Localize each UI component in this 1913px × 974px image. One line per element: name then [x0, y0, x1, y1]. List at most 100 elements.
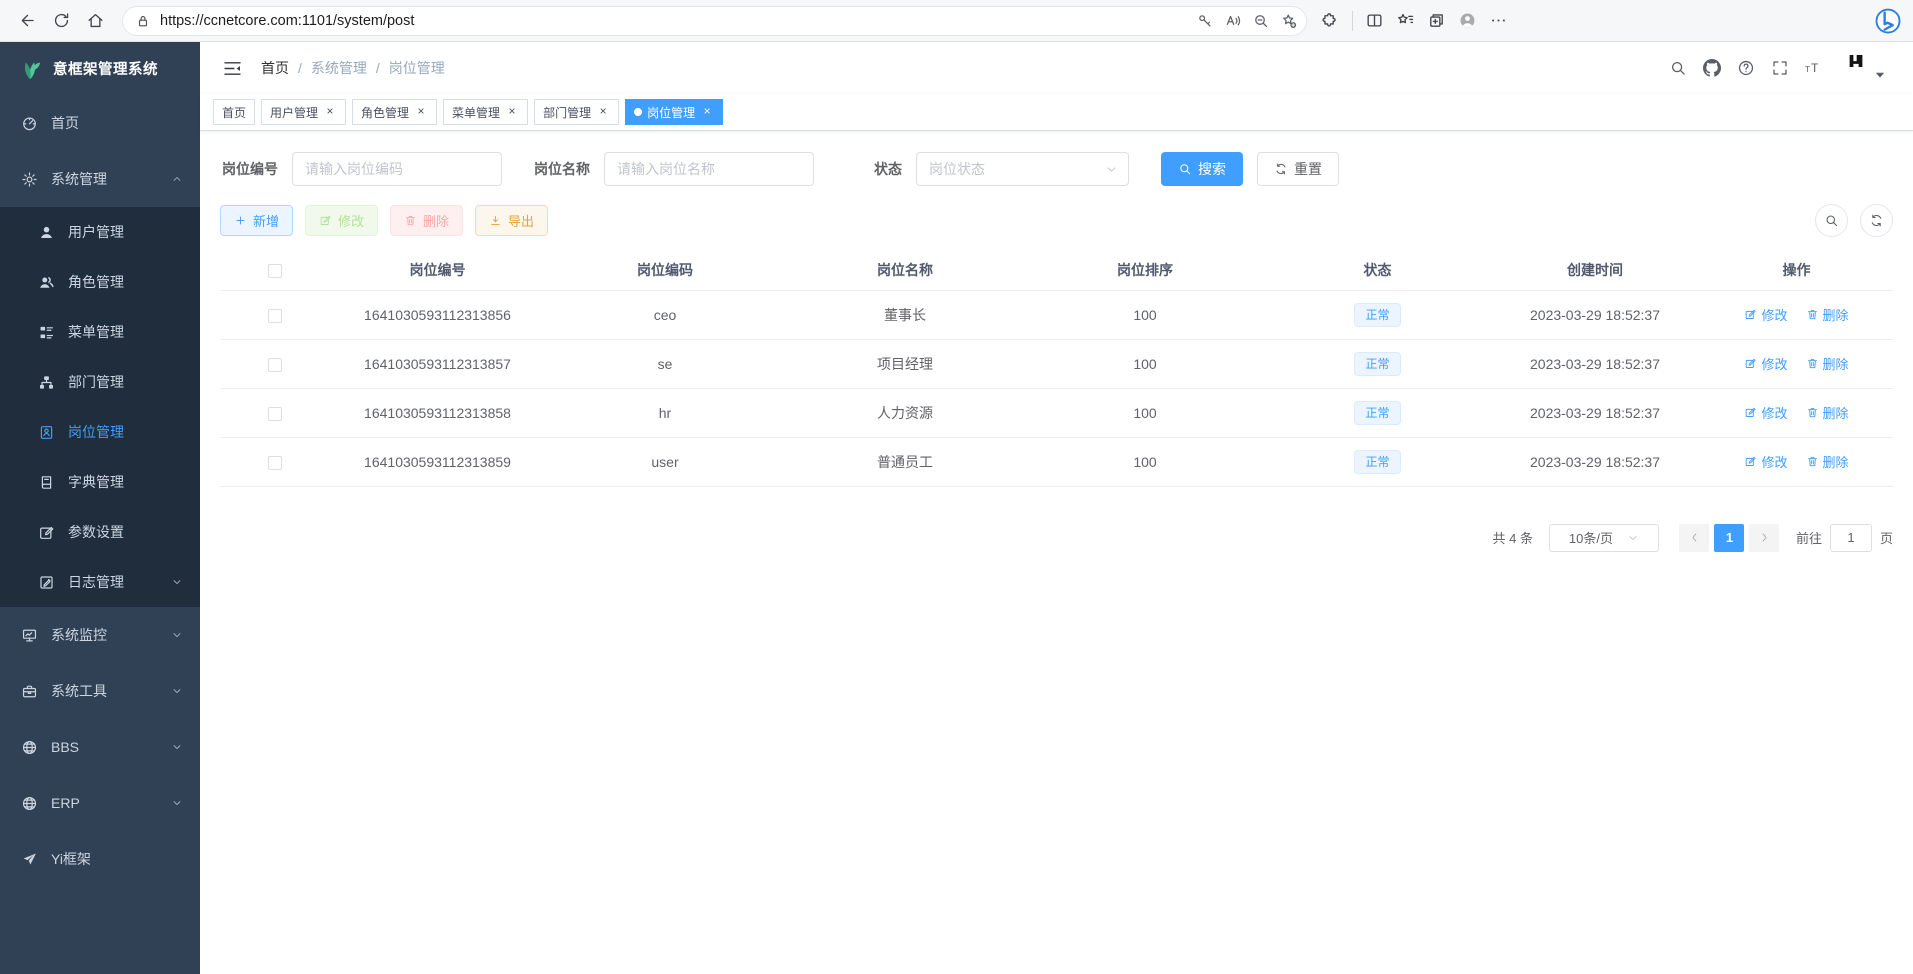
sidebar-item-tool[interactable]: 系统工具	[0, 663, 200, 719]
avatar-logo-icon	[1847, 52, 1865, 70]
chevron-down-icon	[171, 797, 183, 809]
close-tab-icon[interactable]: ×	[505, 105, 519, 119]
toolbox-icon	[21, 683, 38, 700]
close-tab-icon[interactable]: ×	[700, 105, 714, 119]
row-checkbox[interactable]	[268, 309, 282, 323]
tab-角色管理[interactable]: 角色管理×	[352, 99, 437, 125]
collapse-sidebar-icon[interactable]	[222, 58, 243, 79]
add-button[interactable]: 新增	[220, 205, 293, 236]
export-button[interactable]: 导出	[475, 205, 548, 236]
post-code-input[interactable]	[292, 152, 502, 186]
tab-岗位管理[interactable]: 岗位管理×	[625, 99, 723, 125]
sidebar-item-bbs[interactable]: BBS	[0, 719, 200, 775]
favorites-icon[interactable]	[1396, 11, 1415, 30]
sidebar-item-post[interactable]: 岗位管理	[0, 407, 200, 457]
sidebar-item-label: 角色管理	[68, 272, 124, 292]
lock-icon	[135, 13, 151, 29]
sidebar-item-dict[interactable]: 字典管理	[0, 457, 200, 507]
help-icon[interactable]	[1737, 59, 1755, 77]
url-text[interactable]: https://ccnetcore.com:1101/system/post	[160, 13, 1196, 29]
github-icon[interactable]	[1703, 59, 1721, 77]
column-header: 岗位编码	[545, 250, 785, 290]
row-edit-link[interactable]: 修改	[1744, 354, 1787, 373]
browser-back-button[interactable]	[10, 4, 44, 38]
font-size-icon[interactable]: TT	[1805, 59, 1823, 77]
tab-菜单管理[interactable]: 菜单管理×	[443, 99, 528, 125]
sidebar-item-erp[interactable]: ERP	[0, 775, 200, 831]
page-size-select[interactable]: 10条/页	[1549, 524, 1659, 552]
app-title: 意框架管理系统	[53, 58, 158, 79]
close-tab-icon[interactable]: ×	[596, 105, 610, 119]
sidebar-item-log[interactable]: 日志管理	[0, 557, 200, 607]
split-screen-icon[interactable]	[1365, 11, 1384, 30]
status-select[interactable]: 岗位状态	[916, 152, 1129, 186]
close-tab-icon[interactable]: ×	[414, 105, 428, 119]
globe-icon	[21, 795, 38, 812]
row-checkbox[interactable]	[268, 358, 282, 372]
breadcrumb-system[interactable]: 系统管理	[311, 58, 367, 78]
prev-page-button[interactable]	[1679, 524, 1709, 552]
close-tab-icon[interactable]: ×	[323, 105, 337, 119]
refresh-table-button[interactable]	[1860, 204, 1893, 237]
monitor-icon	[21, 627, 38, 644]
row-edit-link[interactable]: 修改	[1744, 403, 1787, 422]
breadcrumb-home[interactable]: 首页	[261, 58, 289, 78]
browser-menu-icon[interactable]	[1489, 11, 1508, 30]
tab-label: 首页	[222, 104, 246, 121]
breadcrumb-current: 岗位管理	[389, 58, 445, 78]
status-badge: 正常	[1354, 303, 1400, 327]
search-button[interactable]: 搜索	[1161, 152, 1243, 186]
sidebar-item-config[interactable]: 参数设置	[0, 507, 200, 557]
toolbar-divider	[1352, 11, 1353, 31]
menu-list-icon	[38, 324, 55, 341]
tab-用户管理[interactable]: 用户管理×	[261, 99, 346, 125]
reset-button[interactable]: 重置	[1257, 152, 1339, 186]
browser-refresh-button[interactable]	[44, 4, 78, 38]
goto-page-input[interactable]	[1830, 524, 1872, 552]
row-checkbox[interactable]	[268, 407, 282, 421]
sidebar-item-label: 用户管理	[68, 222, 124, 242]
delete-button[interactable]: 删除	[390, 205, 463, 236]
browser-profile-avatar[interactable]	[1458, 11, 1477, 30]
password-icon[interactable]	[1196, 12, 1214, 30]
chevron-left-icon	[1688, 531, 1701, 544]
tab-部门管理[interactable]: 部门管理×	[534, 99, 619, 125]
fullscreen-icon[interactable]	[1771, 59, 1789, 77]
row-delete-link[interactable]: 删除	[1806, 403, 1849, 422]
tab-首页[interactable]: 首页	[213, 99, 255, 125]
browser-home-button[interactable]	[78, 4, 112, 38]
extensions-icon[interactable]	[1321, 11, 1340, 30]
app-logo[interactable]: 意框架管理系统	[0, 42, 200, 95]
sidebar-item-user[interactable]: 用户管理	[0, 207, 200, 257]
zoom-out-icon[interactable]	[1252, 12, 1270, 30]
post-name-input[interactable]	[604, 152, 814, 186]
sidebar-item-monitor[interactable]: 系统监控	[0, 607, 200, 663]
address-bar[interactable]: https://ccnetcore.com:1101/system/post	[122, 6, 1307, 36]
sidebar-item-role[interactable]: 角色管理	[0, 257, 200, 307]
reset-button-label: 重置	[1294, 159, 1322, 179]
topbar: 首页 / 系统管理 / 岗位管理 TT	[200, 42, 1913, 94]
row-delete-link[interactable]: 删除	[1806, 452, 1849, 471]
show-search-button[interactable]	[1815, 204, 1848, 237]
add-favorite-icon[interactable]	[1280, 12, 1298, 30]
page-number-1[interactable]: 1	[1714, 524, 1744, 552]
user-avatar[interactable]	[1847, 52, 1889, 84]
row-edit-link[interactable]: 修改	[1744, 452, 1787, 471]
status-select-placeholder: 岗位状态	[929, 159, 1105, 179]
sidebar-item-yi[interactable]: Yi框架	[0, 831, 200, 887]
sidebar-item-system[interactable]: 系统管理	[0, 151, 200, 207]
row-edit-link[interactable]: 修改	[1744, 305, 1787, 324]
bing-chat-icon[interactable]	[1873, 6, 1903, 36]
read-aloud-icon[interactable]	[1224, 12, 1242, 30]
header-search-icon[interactable]	[1669, 59, 1687, 77]
sidebar-item-dept[interactable]: 部门管理	[0, 357, 200, 407]
next-page-button[interactable]	[1749, 524, 1779, 552]
row-delete-link[interactable]: 删除	[1806, 354, 1849, 373]
collections-icon[interactable]	[1427, 11, 1446, 30]
sidebar-item-home[interactable]: 首页	[0, 95, 200, 151]
row-delete-link[interactable]: 删除	[1806, 305, 1849, 324]
edit-button[interactable]: 修改	[305, 205, 378, 236]
sidebar-item-menu[interactable]: 菜单管理	[0, 307, 200, 357]
select-all-checkbox[interactable]	[268, 264, 282, 278]
row-checkbox[interactable]	[268, 456, 282, 470]
